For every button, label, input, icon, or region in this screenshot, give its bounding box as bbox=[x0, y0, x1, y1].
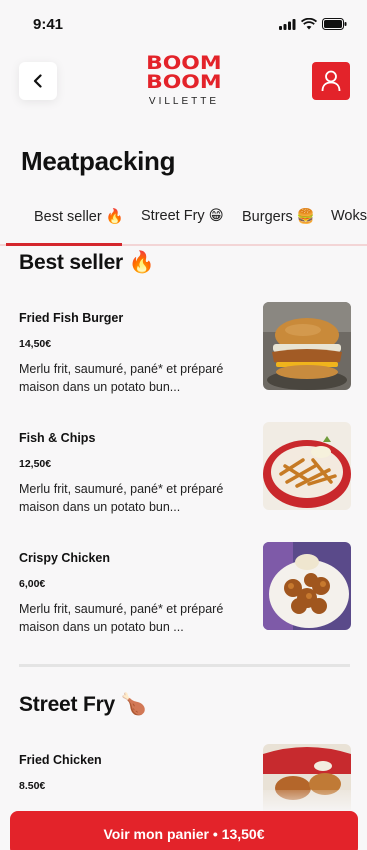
status-icons bbox=[279, 18, 347, 30]
chevron-left-icon bbox=[33, 74, 42, 88]
section-title-best-seller: Best seller 🔥 bbox=[19, 251, 155, 274]
brand-logo: BOOM BOOM VILLETTE bbox=[141, 54, 227, 110]
tab-street-fry[interactable]: Street Fry 😁 bbox=[141, 208, 224, 224]
status-time: 9:41 bbox=[33, 15, 64, 33]
view-cart-label: Voir mon panier • 13,50€ bbox=[103, 826, 265, 842]
item-price: 6,00€ bbox=[19, 578, 46, 590]
menu-item[interactable]: Crispy Chicken 6,00€ Merlu frit, saumuré… bbox=[19, 542, 351, 641]
menu-item[interactable]: Fried Fish Burger 14,50€ Merlu frit, sau… bbox=[19, 302, 351, 401]
item-price: 14,50€ bbox=[19, 338, 52, 350]
back-button[interactable] bbox=[19, 62, 57, 100]
category-tabs: Best seller 🔥 Street Fry 😁 Burgers 🍔 Wok… bbox=[0, 196, 367, 248]
item-description: Merlu frit, saumuré, pané* et préparé ma… bbox=[19, 602, 224, 634]
item-image-crispy-chicken bbox=[263, 542, 351, 630]
header: BOOM BOOM VILLETTE bbox=[0, 48, 367, 128]
wifi-icon bbox=[301, 18, 317, 30]
tab-burgers[interactable]: Burgers 🍔 bbox=[242, 208, 315, 225]
logo-line-2: BOOM bbox=[146, 71, 222, 93]
logo-subtitle: VILLETTE bbox=[148, 96, 220, 107]
page-title: Meatpacking bbox=[21, 146, 176, 176]
item-name: Fried Fish Burger bbox=[19, 311, 124, 325]
item-image-fish-and-chips bbox=[263, 422, 351, 510]
section-divider bbox=[19, 664, 350, 667]
battery-icon bbox=[322, 18, 347, 30]
item-name: Fish & Chips bbox=[19, 431, 96, 445]
menu-item[interactable]: Fish & Chips 12,50€ Merlu frit, saumuré,… bbox=[19, 422, 351, 521]
profile-button[interactable] bbox=[312, 62, 350, 100]
tab-best-seller[interactable]: Best seller 🔥 bbox=[34, 208, 124, 225]
item-image-burger bbox=[263, 302, 351, 390]
tab-active-indicator bbox=[6, 243, 122, 246]
item-price: 12,50€ bbox=[19, 458, 52, 470]
section-title-street-fry: Street Fry 🍗 bbox=[19, 693, 147, 716]
item-name: Fried Chicken bbox=[19, 753, 102, 767]
item-name: Crispy Chicken bbox=[19, 551, 111, 565]
tab-woks[interactable]: Woks bbox=[331, 208, 367, 224]
user-icon bbox=[321, 70, 341, 92]
view-cart-button[interactable]: Voir mon panier • 13,50€ bbox=[10, 811, 358, 850]
item-description: Merlu frit, saumuré, pané* et préparé ma… bbox=[19, 482, 224, 514]
status-bar: 9:41 bbox=[0, 0, 367, 48]
signal-icon bbox=[279, 18, 296, 30]
item-description: Merlu frit, saumuré, pané* et préparé ma… bbox=[19, 362, 224, 394]
